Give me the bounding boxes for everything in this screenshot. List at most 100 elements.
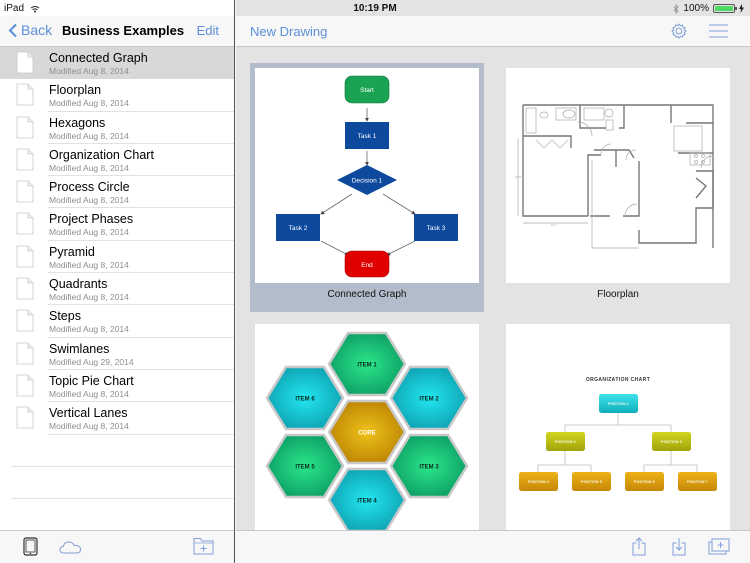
thumbnail: 13'-8" 12'-7" (506, 68, 730, 283)
file-row[interactable]: Pyramid Modified Aug 8, 2014 (0, 241, 234, 274)
document-icon (16, 342, 34, 365)
file-name: Connected Graph (49, 51, 148, 65)
hexagon-label: ITEM 2 (419, 397, 439, 403)
file-modified: Modified Aug 8, 2014 (49, 421, 129, 432)
file-modified: Modified Aug 8, 2014 (49, 259, 129, 270)
gear-icon[interactable] (670, 22, 688, 40)
hexagon-label: CORE (358, 431, 375, 437)
thumbnail: ITEM 1 ITEM 6 ITEM 2 CORE ITEM 5 ITEM 3 ITEM 4 (255, 324, 479, 530)
add-page-icon[interactable] (708, 538, 730, 555)
file-name: Pyramid (49, 244, 95, 259)
org-node-label: POSITION 7 (687, 480, 708, 484)
org-node-label: POSITION 4 (528, 480, 549, 484)
edit-button[interactable]: Edit (197, 23, 219, 38)
file-name: Steps (49, 309, 81, 324)
document-icon (16, 180, 34, 203)
file-row[interactable]: Swimlanes Modified Aug 29, 2014 (0, 338, 234, 370)
file-row[interactable]: Floorplan Modified Aug 8, 2014 (0, 79, 234, 112)
document-icon (16, 51, 34, 74)
main-navbar: New Drawing (236, 16, 750, 47)
document-icon (16, 245, 34, 268)
file-modified: Modified Aug 29, 2014 (49, 356, 134, 367)
hexagon-label: ITEM 5 (295, 465, 315, 471)
document-icon (16, 116, 34, 139)
file-row[interactable]: Topic Pie Chart Modified Aug 8, 2014 (0, 370, 234, 403)
folder-title: Business Examples (62, 23, 185, 38)
floorplan-preview: 13'-8" 12'-7" (515, 104, 714, 249)
tile-caption: Floorplan (597, 289, 639, 300)
document-icon (16, 309, 34, 332)
file-row[interactable]: Hexagons Modified Aug 8, 2014 (0, 112, 234, 144)
new-folder-icon[interactable] (193, 537, 214, 555)
hexagons-preview: ITEM 1 ITEM 6 ITEM 2 CORE ITEM 5 ITEM 3 ITEM 4 (265, 331, 469, 530)
battery-icon (713, 4, 737, 13)
file-row[interactable]: Steps Modified Aug 8, 2014 (0, 305, 234, 338)
file-modified: Modified Aug 8, 2014 (49, 227, 129, 238)
file-list: Connected Graph Modified Aug 8, 2014 Floor… (0, 47, 234, 532)
document-icon (16, 212, 34, 235)
file-name: Vertical Lanes (49, 406, 128, 421)
file-modified: Modified Aug 8, 2014 (49, 388, 129, 399)
document-icon (16, 374, 34, 397)
share-icon[interactable] (632, 537, 646, 556)
file-row[interactable]: Organization Chart Modified Aug 8, 2014 (0, 144, 234, 177)
file-name: Project Phases (49, 212, 134, 227)
bluetooth-icon (674, 3, 679, 14)
connected-graph-preview: Start Task 1 Decision 1 Task 2 Task 3 En… (276, 75, 458, 278)
node-start-label: Start (360, 87, 374, 94)
document-icon (16, 148, 34, 171)
file-modified: Modified Aug 8, 2014 (49, 324, 129, 335)
node-decision-label: Decision 1 (352, 178, 383, 185)
chevron-left-icon (8, 23, 17, 37)
document-icon (16, 277, 34, 300)
node-task3-label: Task 3 (427, 225, 446, 232)
status-right: 100% (673, 3, 744, 14)
status-time: 10:19 PM (353, 3, 397, 14)
org-node-label: POSITION 5 (581, 480, 602, 484)
drawing-tile-organization-chart[interactable]: ORGANIZATION CHART POSITION 1 POSITION 2… (501, 319, 735, 530)
file-name: Floorplan (49, 83, 102, 98)
dimension-label: 13'-8" (515, 176, 521, 179)
hexagon-label: ITEM 4 (357, 499, 377, 505)
org-node-label: POSITION 1 (608, 402, 629, 406)
back-button[interactable]: Back (8, 22, 52, 38)
file-name: Swimlanes (49, 341, 110, 356)
empty-row (0, 435, 234, 467)
file-name: Process Circle (49, 180, 130, 195)
file-modified: Modified Aug 8, 2014 (49, 66, 129, 76)
import-icon[interactable] (672, 537, 686, 556)
drawing-tile-hexagons[interactable]: ITEM 1 ITEM 6 ITEM 2 CORE ITEM 5 ITEM 3 ITEM 4 (250, 319, 484, 530)
node-end-label: End (361, 262, 373, 269)
file-row[interactable]: Quadrants Modified Aug 8, 2014 (0, 273, 234, 306)
new-drawing-button[interactable]: New Drawing (250, 24, 327, 39)
hexagon-label: ITEM 3 (419, 465, 439, 471)
dimension-label: 12'-7" (551, 224, 557, 227)
file-row[interactable]: Project Phases Modified Aug 8, 2014 (0, 208, 234, 241)
thumbnail: ORGANIZATION CHART POSITION 1 POSITION 2… (506, 324, 730, 530)
ipad-icon[interactable] (23, 537, 38, 556)
node-task2-label: Task 2 (289, 225, 308, 232)
org-node-label: POSITION 3 (661, 440, 682, 444)
menu-icon[interactable] (709, 24, 728, 38)
empty-row (0, 499, 234, 532)
hexagon-label: ITEM 1 (357, 363, 377, 369)
battery-percent: 100% (683, 3, 709, 14)
empty-row (0, 467, 234, 500)
file-row[interactable]: Vertical Lanes Modified Aug 8, 2014 (0, 402, 234, 435)
drawing-tile-floorplan[interactable]: 13'-8" 12'-7" Floorplan (501, 63, 735, 312)
tile-caption: Connected Graph (327, 289, 407, 300)
cloud-icon[interactable] (59, 540, 82, 554)
file-name: Quadrants (49, 277, 108, 292)
main-panel: New Drawing Start Task 1 Decision 1 Task… (236, 0, 750, 563)
sidebar-navbar: Back Business Examples Edit (0, 16, 234, 47)
drawings-grid: Start Task 1 Decision 1 Task 2 Task 3 En… (236, 48, 750, 530)
node-task1-label: Task 1 (358, 133, 377, 140)
file-row[interactable]: Connected Graph Modified Aug 8, 2014 (0, 47, 234, 80)
file-modified: Modified Aug 8, 2014 (49, 292, 129, 303)
org-node-label: POSITION 6 (634, 480, 655, 484)
drawing-tile-connected-graph[interactable]: Start Task 1 Decision 1 Task 2 Task 3 En… (250, 63, 484, 312)
file-row[interactable]: Process Circle Modified Aug 8, 2014 (0, 176, 234, 209)
hexagon-label: ITEM 6 (295, 397, 315, 403)
charging-icon (739, 4, 744, 13)
file-name: Topic Pie Chart (49, 373, 134, 388)
